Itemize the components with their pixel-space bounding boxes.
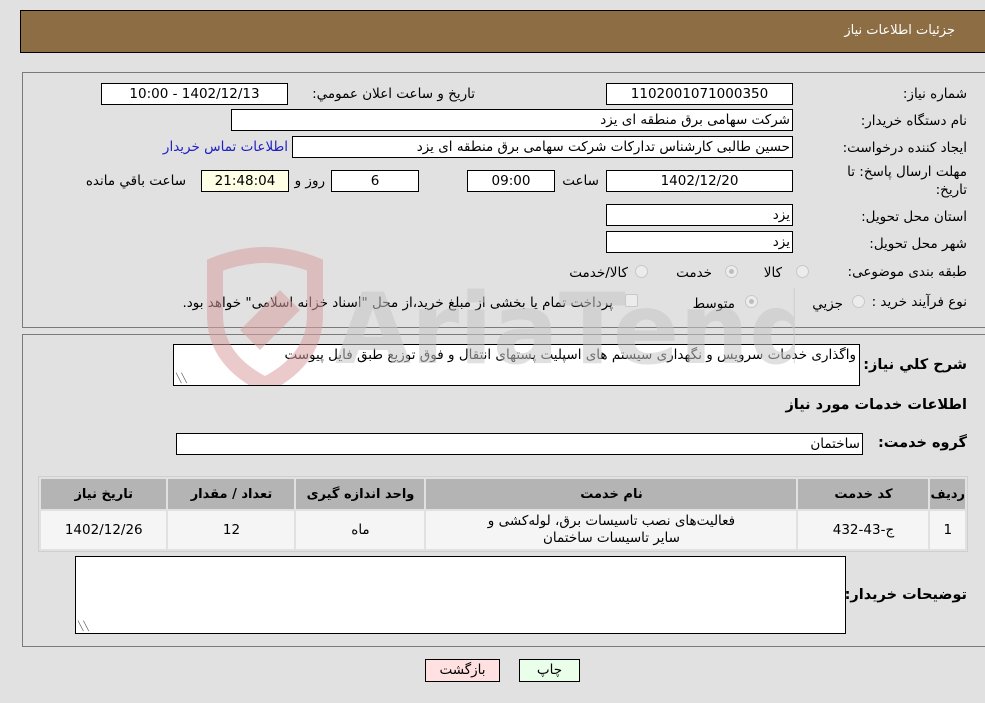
- cell-service-name: فعالیت‌های نصب تاسیسات برق، لوله‌کشی و س…: [426, 511, 797, 549]
- remaining-time-label: ساعت باقي مانده: [85, 173, 186, 189]
- need-number-label: شماره نیاز:: [902, 86, 967, 102]
- city-label: شهر محل تحویل:: [869, 236, 967, 252]
- header-quantity: تعداد / مقدار: [168, 479, 295, 509]
- description-text: واگذاری خدمات سرویس و نگهداری سیستم های …: [284, 347, 856, 363]
- process-radio-medium[interactable]: [745, 295, 758, 308]
- category-radio-service[interactable]: [725, 265, 738, 278]
- treasury-checkbox[interactable]: [625, 294, 638, 307]
- buyer-contact-link[interactable]: اطلاعات تماس خریدار: [163, 139, 288, 155]
- header-unit: واحد اندازه گیری: [296, 479, 425, 509]
- announce-label: تاریخ و ساعت اعلان عمومي:: [312, 86, 475, 102]
- description-label: شرح کلي نیاز:: [863, 357, 967, 373]
- cell-need-date: 1402/12/26: [41, 511, 167, 549]
- page-title: جزئیات اطلاعات نیاز: [844, 23, 955, 38]
- table-row: 1 ج-43-432 فعالیت‌های نصب تاسیسات برق، ل…: [41, 511, 965, 549]
- deadline-label-line1: مهلت ارسال پاسخ: تا: [847, 164, 967, 180]
- treasury-note: پرداخت تمام یا بخشی از مبلغ خرید،از محل …: [182, 295, 613, 311]
- back-button[interactable]: بازگشت: [425, 659, 500, 682]
- print-button[interactable]: چاپ: [519, 659, 580, 682]
- province-label: استان محل تحویل:: [861, 209, 967, 225]
- cell-row-number: 1: [930, 511, 965, 549]
- category-option-goods-service: کالا/خدمت: [569, 265, 628, 281]
- cell-unit: ماه: [296, 511, 425, 549]
- province-field[interactable]: یزد: [606, 204, 793, 226]
- city-field[interactable]: یزد: [606, 231, 793, 253]
- deadline-label-line2: تاریخ:: [935, 182, 967, 198]
- table-header-row: ردیف کد خدمت نام خدمت واحد اندازه گیری ت…: [41, 479, 965, 509]
- buyer-notes-textarea[interactable]: ╲╲: [75, 556, 846, 634]
- cell-service-code: ج-43-432: [798, 511, 929, 549]
- deadline-time-field[interactable]: 09:00: [467, 170, 555, 192]
- services-table: ردیف کد خدمت نام خدمت واحد اندازه گیری ت…: [38, 476, 968, 552]
- description-textarea[interactable]: واگذاری خدمات سرویس و نگهداری سیستم های …: [173, 344, 860, 386]
- header-row-number: ردیف: [930, 479, 965, 509]
- cell-quantity: 12: [168, 511, 295, 549]
- category-option-service: خدمت: [676, 265, 712, 281]
- header-service-name: نام خدمت: [426, 479, 797, 509]
- page-header: جزئیات اطلاعات نیاز: [20, 10, 985, 53]
- process-radio-partial[interactable]: [852, 295, 865, 308]
- creator-field[interactable]: حسین طالبی کارشناس تدارکات شرکت سهامی بر…: [292, 136, 793, 158]
- creator-label: ایجاد کننده درخواست:: [842, 140, 967, 156]
- deadline-date-field[interactable]: 1402/12/20: [606, 170, 793, 192]
- need-number-field[interactable]: 1102001071000350: [606, 83, 793, 105]
- header-service-code: کد خدمت: [798, 479, 929, 509]
- header-need-date: تاریخ نیاز: [41, 479, 167, 509]
- resize-handle-icon[interactable]: ╲╲: [78, 622, 89, 632]
- process-label: نوع فرآیند خرید :: [871, 294, 967, 310]
- services-heading: اطلاعات خدمات مورد نیاز: [785, 397, 967, 413]
- category-option-goods: کالا: [763, 265, 782, 281]
- category-label: طبقه بندی موضوعی:: [847, 264, 967, 280]
- service-group-label: گروه خدمت:: [877, 435, 967, 451]
- buyer-org-field[interactable]: شرکت سهامی برق منطقه ای یزد: [231, 109, 793, 131]
- buyer-org-label: نام دستگاه خریدار:: [860, 113, 967, 129]
- process-option-medium: متوسط: [692, 296, 735, 312]
- service-group-field[interactable]: ساختمان: [176, 433, 863, 455]
- announce-field[interactable]: 1402/12/13 - 10:00: [101, 83, 288, 105]
- days-remaining-field[interactable]: 6: [331, 170, 419, 192]
- category-radio-goods-service[interactable]: [635, 265, 648, 278]
- deadline-time-label: ساعت: [562, 173, 599, 189]
- category-radio-goods[interactable]: [796, 265, 809, 278]
- process-option-partial: جزیي: [812, 296, 843, 312]
- buyer-notes-label: توضیحات خریدار:: [844, 587, 967, 603]
- resize-handle-icon[interactable]: ╲╲: [176, 374, 187, 384]
- days-label: روز و: [294, 173, 325, 189]
- remaining-time-field: 21:48:04: [201, 170, 289, 192]
